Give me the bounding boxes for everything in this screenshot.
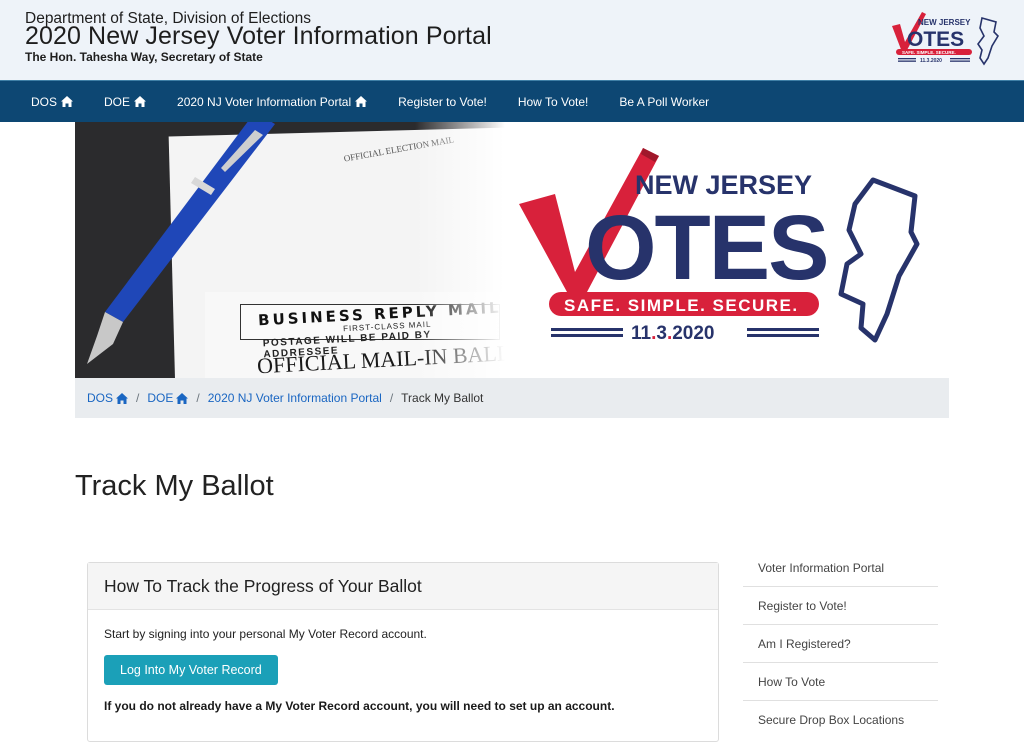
hero-banner: OFFICIAL ELECTION MAIL BUSINESS REPLY MA… (75, 122, 949, 378)
photo-fade (415, 122, 505, 378)
sidebar-item-am-i-registered[interactable]: Am I Registered? (743, 625, 938, 663)
svg-text:NEW JERSEY: NEW JERSEY (918, 18, 971, 27)
svg-text:11.3.2020: 11.3.2020 (920, 58, 942, 64)
breadcrumb: DOS / DOE / 2020 NJ Voter Information Po… (75, 378, 949, 418)
breadcrumb-current: Track My Ballot (401, 391, 484, 405)
nav-item-label: DOS (31, 94, 58, 109)
nav-item-label: Be A Poll Worker (619, 94, 710, 109)
breadcrumb-doe[interactable]: DOE (147, 391, 189, 405)
breadcrumb-label: DOS (87, 391, 114, 405)
track-ballot-card: How To Track the Progress of Your Ballot… (87, 562, 719, 742)
breadcrumb-label: 2020 NJ Voter Information Portal (207, 391, 382, 405)
nav-item-label: How To Vote! (517, 94, 589, 109)
sidebar-item-how-to-vote[interactable]: How To Vote (743, 663, 938, 701)
home-icon (116, 392, 129, 404)
sidebar-nav: Voter Information Portal Register to Vot… (743, 549, 938, 739)
nav-item-register[interactable]: Register to Vote! (398, 95, 487, 109)
home-icon (134, 96, 147, 107)
sidebar-item-drop-box-locations[interactable]: Secure Drop Box Locations (743, 701, 938, 739)
banner-tagline: SAFE. SIMPLE. SECURE. (564, 296, 799, 315)
secretary-name: The Hon. Tahesha Way, Secretary of State (25, 50, 263, 64)
banner-votes: OTES (585, 197, 827, 299)
breadcrumb-separator: / (196, 391, 200, 405)
card-note-text: If you do not already have a My Voter Re… (104, 699, 615, 713)
breadcrumb-separator: / (389, 391, 394, 405)
card-intro-text: Start by signing into your personal My V… (104, 627, 427, 641)
nav-item-how-to-vote[interactable]: How To Vote! (518, 95, 589, 109)
banner-new-jersey: NEW JERSEY (635, 170, 812, 200)
site-header: Department of State, Division of Electio… (0, 0, 1024, 80)
banner-date-year: 2020 (672, 323, 714, 344)
sidebar-item-register[interactable]: Register to Vote! (743, 587, 938, 625)
card-header: How To Track the Progress of Your Ballot (88, 563, 718, 610)
home-icon (355, 96, 368, 107)
home-icon (176, 392, 189, 404)
nj-state-outline-icon (838, 177, 920, 343)
nav-item-doe[interactable]: DOE (104, 94, 147, 109)
nav-item-voter-portal[interactable]: 2020 NJ Voter Information Portal (177, 94, 368, 109)
sidebar-item-voter-portal[interactable]: Voter Information Portal (743, 549, 938, 587)
site-title[interactable]: 2020 New Jersey Voter Information Portal (25, 22, 492, 51)
mail-in-ballot-photo: OFFICIAL ELECTION MAIL BUSINESS REPLY MA… (75, 122, 505, 378)
banner-date-day: 3 (656, 323, 667, 344)
home-icon (61, 96, 74, 107)
breadcrumb-separator: / (136, 391, 140, 405)
nav-item-label: 2020 NJ Voter Information Portal (177, 94, 352, 109)
breadcrumb-dos[interactable]: DOS (87, 391, 129, 405)
svg-text:OTES: OTES (907, 28, 964, 51)
svg-text:11.3.2020: 11.3.2020 (631, 323, 715, 344)
nj-votes-banner-logo: NEW JERSEY OTES SAFE. SIMPLE. SECURE. 11… (519, 148, 920, 344)
banner-date-month: 11 (631, 323, 652, 344)
log-into-voter-record-button[interactable]: Log Into My Voter Record (104, 655, 278, 685)
nav-item-label: DOE (104, 94, 131, 109)
svg-text:SAFE. SIMPLE. SECURE.: SAFE. SIMPLE. SECURE. (902, 50, 956, 55)
breadcrumb-voter-portal[interactable]: 2020 NJ Voter Information Portal (208, 391, 382, 405)
nj-votes-logo[interactable]: NEW JERSEY OTES SAFE. SIMPLE. SECURE. 11… (888, 8, 1004, 68)
nav-item-label: Register to Vote! (398, 94, 487, 109)
card-body: Start by signing into your personal My V… (88, 610, 718, 730)
breadcrumb-label: DOE (147, 391, 174, 405)
nav-item-poll-worker[interactable]: Be A Poll Worker (619, 95, 709, 109)
main-nav: DOS DOE 2020 NJ Voter Information Portal… (0, 80, 1024, 122)
nav-item-dos[interactable]: DOS (31, 94, 74, 109)
page-title: Track My Ballot (75, 470, 274, 502)
